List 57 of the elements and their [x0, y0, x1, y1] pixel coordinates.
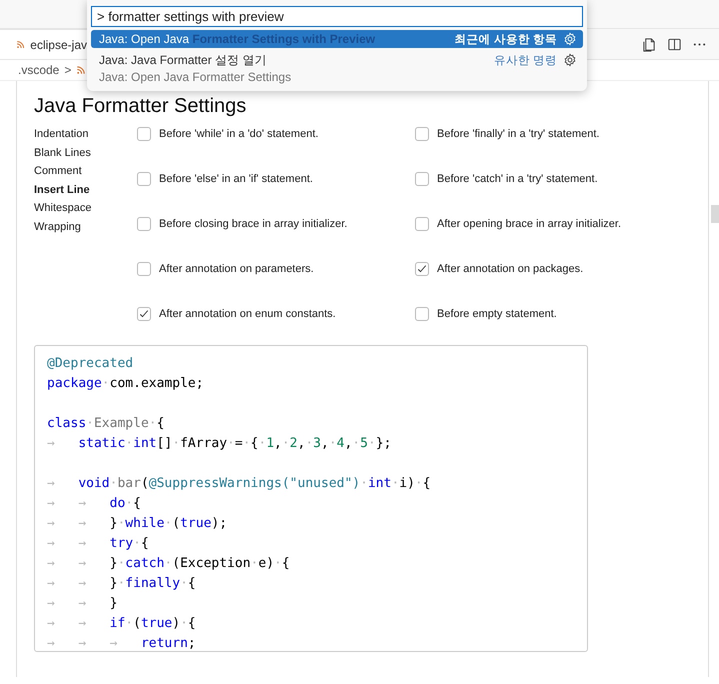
gear-icon — [563, 53, 577, 67]
option-label: Before 'else' in an 'if' statement. — [159, 173, 313, 185]
checkbox[interactable] — [415, 217, 429, 231]
checkbox[interactable] — [137, 127, 151, 141]
code-line: @Deprecated — [47, 355, 134, 373]
open-file-icon[interactable] — [642, 36, 657, 52]
gear-icon — [563, 32, 577, 46]
checkbox[interactable] — [415, 172, 429, 186]
code-line: → → try·{ — [47, 535, 149, 553]
breadcrumb-item[interactable]: .vscode — [18, 63, 60, 77]
breadcrumb-separator: > — [64, 63, 72, 77]
section-link[interactable]: Whitespace — [34, 199, 137, 218]
code-line: → → } — [47, 595, 118, 613]
option-label: Before 'finally' in a 'try' statement. — [437, 128, 600, 140]
command-tag: 유사한 명령 — [494, 52, 557, 68]
command-input[interactable]: > formatter settings with preview — [91, 6, 583, 27]
code-line: → → }·finally·{ — [47, 575, 196, 593]
code-line: → → }·while·(true); — [47, 515, 228, 533]
code-line: class·Example·{ — [47, 415, 164, 433]
option-label: After opening brace in array initializer. — [437, 218, 622, 230]
editor-tab[interactable]: eclipse-jav — [0, 29, 87, 59]
section-link[interactable]: Wrapping — [34, 218, 137, 236]
checkbox[interactable] — [137, 172, 151, 186]
checkbox[interactable] — [415, 307, 429, 321]
code-line: → → do·{ — [47, 495, 141, 513]
option-label: After annotation on enum constants. — [159, 308, 336, 320]
section-link[interactable]: Comment — [34, 162, 137, 180]
command-detail: Java: Open Java Formatter Settings — [99, 69, 292, 85]
check-icon — [138, 308, 150, 320]
option-label: Before closing brace in array initializer. — [159, 218, 348, 230]
code-line: package·com.example; — [47, 375, 204, 393]
code-line: → void·bar(@SuppressWarnings("unused")·int·i)·{ — [47, 475, 431, 493]
option-label: After annotation on parameters. — [159, 263, 314, 275]
checkbox[interactable] — [137, 262, 151, 276]
section-link[interactable]: Insert Line — [34, 180, 137, 199]
option-label: Before 'while' in a 'do' statement. — [159, 128, 318, 140]
section-link[interactable]: Blank Lines — [34, 144, 137, 162]
code-line: → → }·catch·(Exception·e)·{ — [47, 555, 290, 573]
checkbox[interactable] — [415, 262, 429, 276]
command-tag: 최근에 사용한 항목 — [454, 32, 557, 46]
split-editor-icon[interactable] — [667, 36, 682, 52]
option-label: After annotation on packages. — [437, 263, 584, 275]
rss-icon — [16, 39, 26, 50]
checkbox[interactable] — [137, 307, 151, 321]
option-label: Before 'catch' in a 'try' statement. — [437, 173, 598, 185]
code-line: → static·int[]·fArray·=·{·1,·2,·3,·4,·5·}; — [47, 435, 392, 453]
command-label: Java: Java Formatter 설정 열기 — [99, 52, 266, 69]
section-link[interactable]: Indentation — [34, 125, 137, 144]
command-item[interactable]: Java: Java Formatter 설정 열기 유사한 명령 Java: Open Java Formatter Settings — [91, 51, 583, 85]
page-title: Java Formatter Settings — [34, 94, 248, 119]
checkbox[interactable] — [137, 217, 151, 231]
scrollbar-thumb[interactable] — [711, 205, 719, 223]
checkbox[interactable] — [415, 127, 429, 141]
check-icon — [416, 263, 428, 275]
rss-icon — [76, 65, 86, 75]
tab-title: eclipse-jav — [30, 38, 87, 52]
option-label: Before empty statement. — [437, 308, 557, 320]
